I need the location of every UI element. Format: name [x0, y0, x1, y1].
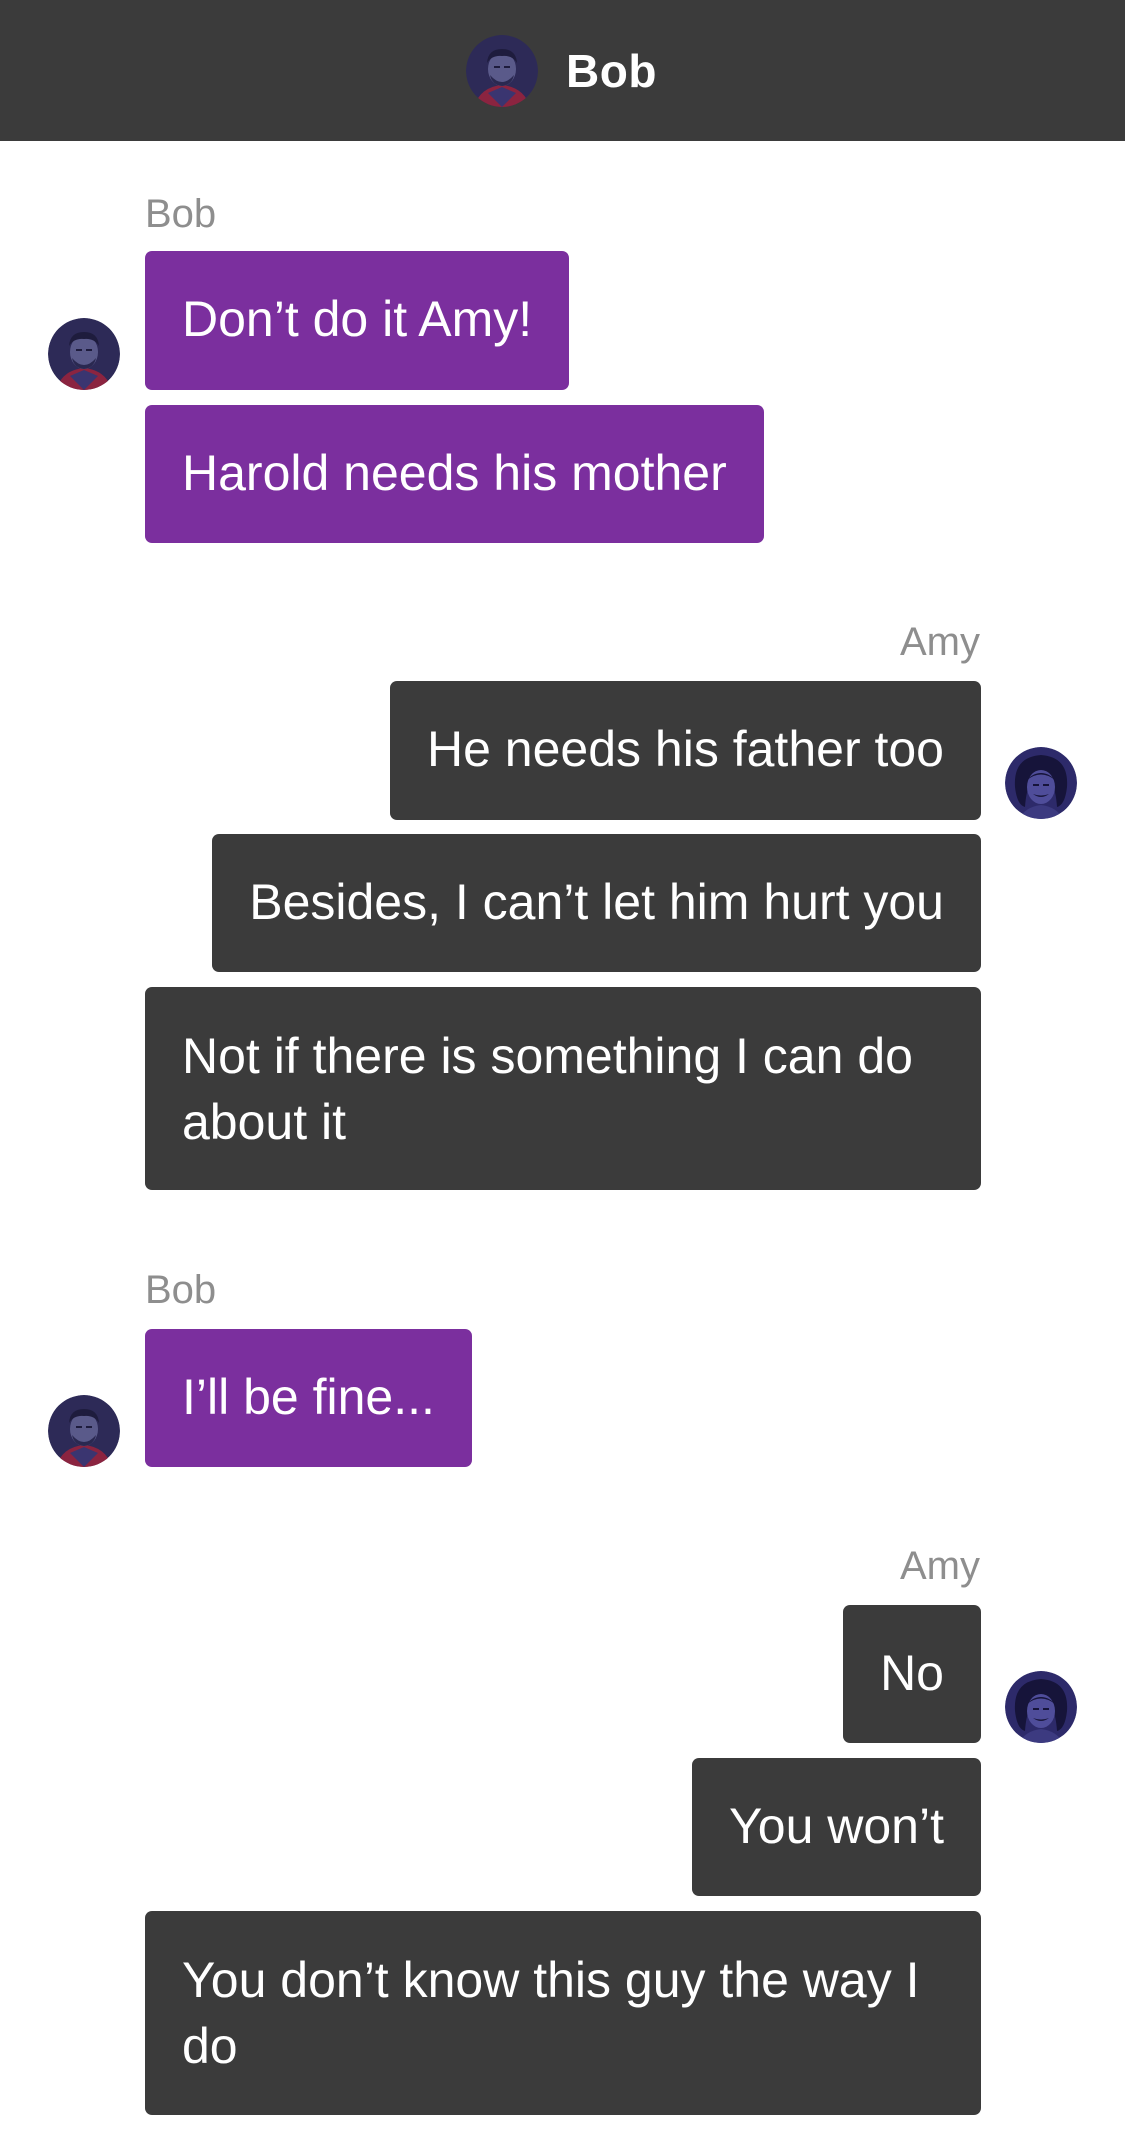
- sender-label: Amy: [900, 620, 980, 664]
- message-bubble[interactable]: No: [843, 1605, 981, 1743]
- header-contact[interactable]: Bob: [466, 34, 657, 107]
- amy-avatar-icon[interactable]: [1005, 1671, 1077, 1743]
- bob-avatar-icon[interactable]: [466, 34, 539, 107]
- message-bubble[interactable]: Don’t do it Amy!: [145, 251, 570, 390]
- message-bubble[interactable]: I’ll be fine...: [145, 1329, 472, 1467]
- bob-avatar-icon[interactable]: [48, 1395, 120, 1467]
- header-title: Bob: [566, 44, 657, 97]
- sender-label: Amy: [900, 1544, 980, 1588]
- sender-label: Bob: [145, 192, 217, 236]
- message-bubble[interactable]: He needs his father too: [390, 681, 981, 820]
- amy-avatar-icon[interactable]: [1005, 747, 1077, 819]
- message-bubble[interactable]: Harold needs his mother: [145, 405, 764, 543]
- message-bubble[interactable]: Not if there is something I can do about…: [145, 987, 981, 1190]
- message-bubble[interactable]: Besides, I can’t let him hurt you: [212, 834, 981, 972]
- bob-avatar-icon[interactable]: [48, 318, 120, 390]
- chat-header: Bob: [0, 0, 1125, 141]
- sender-label: Bob: [145, 1268, 217, 1312]
- message-bubble[interactable]: You don’t know this guy the way I do: [145, 1911, 981, 2115]
- message-bubble[interactable]: You won’t: [692, 1758, 981, 1896]
